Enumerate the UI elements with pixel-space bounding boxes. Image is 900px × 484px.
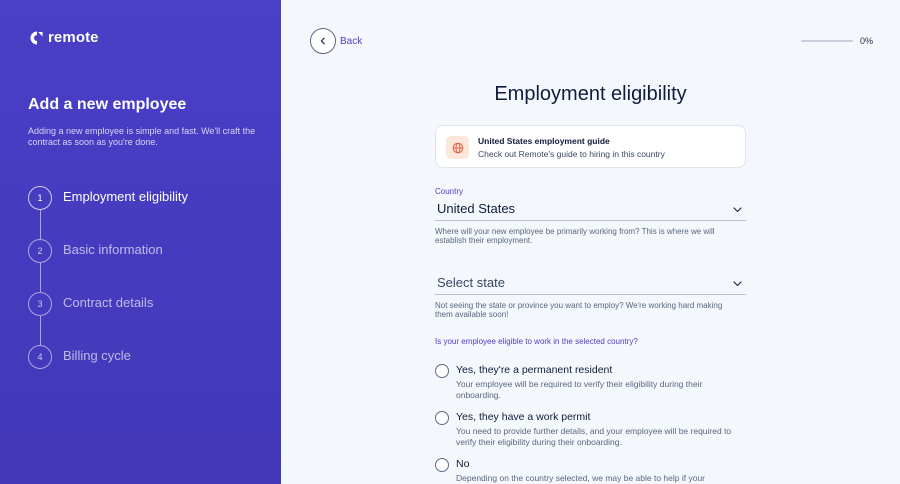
step-number: 2 (28, 239, 52, 263)
step-label: Employment eligibility (63, 189, 188, 204)
step-employment-eligibility[interactable]: 1 Employment eligibility (28, 186, 268, 210)
step-number: 3 (28, 292, 52, 316)
country-helper-text: Where will your new employee be primaril… (435, 227, 715, 245)
step-basic-information[interactable]: 2 Basic information (28, 239, 268, 263)
guide-subtitle: Check out Remote's guide to hiring in th… (478, 149, 665, 159)
radio-button[interactable] (435, 411, 449, 425)
chevron-down-icon (733, 200, 742, 218)
state-select[interactable]: Select state (435, 271, 746, 295)
step-connector (39, 263, 41, 292)
option-description: You need to provide further details, and… (456, 426, 732, 447)
page-title: Employment eligibility (494, 83, 687, 105)
sidebar: remote Add a new employee Adding a new e… (0, 0, 281, 484)
step-label: Contract details (63, 295, 154, 310)
progress-bar (801, 40, 853, 42)
logo-text: remote (48, 29, 99, 46)
chevron-down-icon (733, 274, 742, 292)
step-number: 1 (28, 186, 52, 210)
option-title: Yes, they're a permanent resident (456, 364, 613, 376)
remote-logo[interactable]: remote (30, 29, 99, 46)
step-contract-details[interactable]: 3 Contract details (28, 292, 268, 316)
option-description: Your employee will be required to verify… (456, 379, 703, 400)
sidebar-description: Adding a new employee is simple and fast… (28, 126, 256, 147)
radio-button[interactable] (435, 458, 449, 472)
step-connector (39, 316, 41, 345)
option-title: Yes, they have a work permit (456, 411, 591, 423)
progress-percent: 0% (860, 36, 874, 46)
step-label: Basic information (63, 242, 163, 257)
remote-logo-icon (30, 30, 44, 46)
state-helper-text: Not seeing the state or province you wan… (435, 301, 723, 319)
step-label: Billing cycle (63, 348, 131, 363)
option-title: No (456, 458, 470, 470)
step-billing-cycle[interactable]: 4 Billing cycle (28, 345, 268, 369)
guide-title: United States employment guide (478, 136, 610, 146)
chevron-left-icon (319, 32, 327, 50)
back-button[interactable] (310, 28, 336, 54)
step-number: 4 (28, 345, 52, 369)
employment-guide-card[interactable]: United States employment guide Check out… (435, 125, 746, 168)
country-value: United States (437, 201, 516, 216)
eligibility-question: Is your employee eligible to work in the… (435, 337, 638, 346)
globe-icon (446, 136, 469, 159)
option-description: Depending on the country selected, we ma… (456, 473, 706, 483)
sidebar-title: Add a new employee (28, 96, 187, 113)
state-placeholder: Select state (437, 275, 505, 290)
country-label: Country (435, 187, 464, 196)
step-connector (39, 210, 41, 239)
country-select[interactable]: United States (435, 197, 746, 221)
back-link[interactable]: Back (340, 36, 362, 47)
radio-button[interactable] (435, 364, 449, 378)
